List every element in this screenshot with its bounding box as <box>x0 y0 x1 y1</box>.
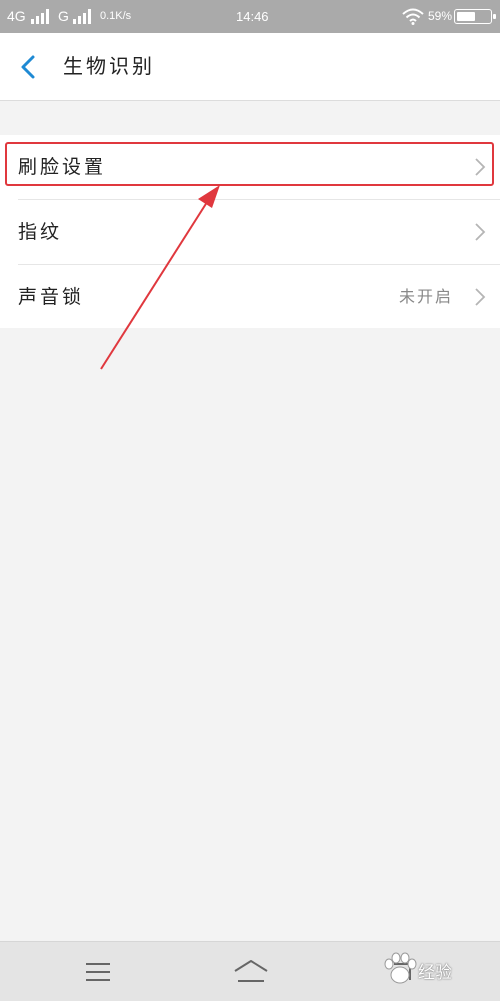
wifi-icon <box>402 8 424 25</box>
chevron-right-icon <box>475 288 486 306</box>
settings-item-label: 指纹 <box>18 221 63 243</box>
battery-nub <box>493 14 496 19</box>
network-type-primary: 4G <box>7 8 26 24</box>
watermark-text: 经验 <box>418 963 452 983</box>
annotation-highlight-box <box>5 142 494 186</box>
battery-percent: 59% <box>428 9 453 23</box>
signal-strength-icon <box>73 9 91 24</box>
header-bar: 生物识别 <box>0 33 500 101</box>
battery-fill <box>457 12 476 21</box>
settings-item-status: 未开启 <box>398 287 453 306</box>
watermark: 经验 <box>380 944 500 996</box>
network-speed: 0.1K/s <box>100 10 132 22</box>
paw-logo-icon <box>384 952 417 984</box>
back-arrow-icon[interactable] <box>14 53 44 81</box>
settings-item-fingerprint[interactable]: 指纹 <box>0 200 500 264</box>
clock: 14:46 <box>236 9 269 24</box>
settings-item-label: 声音锁 <box>18 286 85 308</box>
menu-icon[interactable] <box>85 962 111 982</box>
home-icon[interactable] <box>233 959 269 983</box>
chevron-right-icon <box>475 223 486 241</box>
settings-item-voice-lock[interactable]: 声音锁 未开启 <box>0 265 500 329</box>
network-type-secondary: G <box>58 8 69 24</box>
battery-icon <box>454 9 496 24</box>
page-title: 生物识别 <box>63 54 155 78</box>
status-bar: 4G G 0.1K/s 14:46 59% <box>0 0 500 33</box>
signal-strength-icon <box>31 9 49 24</box>
